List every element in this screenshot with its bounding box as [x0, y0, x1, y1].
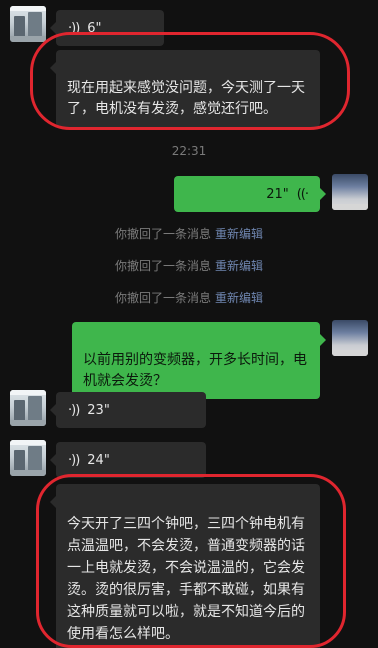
reedit-link[interactable]: 重新编辑	[215, 259, 263, 273]
voice-message[interactable]: ·)) 23"	[50, 392, 206, 428]
voice-duration: 23"	[87, 402, 110, 418]
timestamp: 22:31	[171, 144, 207, 158]
recall-text: 你撤回了一条消息	[114, 291, 211, 305]
contact-avatar[interactable]	[10, 6, 46, 42]
message-text: 以前用别的变频器，开多长时间，电机就会发烫？	[83, 352, 307, 389]
text-message-sent[interactable]: 以前用别的变频器，开多长时间，电机就会发烫？	[72, 322, 326, 399]
message-text: 现在用起来感觉没问题，今天测了一天了，电机没有发烫，感觉还行吧。	[67, 80, 305, 117]
recall-text: 你撤回了一条消息	[114, 227, 211, 241]
chat-screen: ·)) 6" 现在用起来感觉没问题，今天测了一天了，电机没有发烫，感觉还行吧。 …	[0, 0, 378, 648]
voice-duration: 6"	[87, 20, 102, 36]
voice-duration: 24"	[87, 452, 110, 468]
contact-avatar[interactable]	[10, 390, 46, 426]
recall-notice: 你撤回了一条消息 重新编辑	[0, 257, 378, 274]
text-message[interactable]: 现在用起来感觉没问题，今天测了一天了，电机没有发烫，感觉还行吧。	[50, 50, 320, 127]
text-message[interactable]: 今天开了三四个钟吧，三四个钟电机有点温温吧，不会发烫，普通变频器的话一上电就发烫…	[50, 484, 320, 648]
voice-message-sent[interactable]: 21" ((·	[174, 176, 326, 212]
voice-message[interactable]: ·)) 6"	[50, 10, 164, 46]
my-avatar[interactable]	[332, 174, 368, 210]
voice-wave-icon: ·))	[68, 452, 80, 468]
voice-duration: 21"	[266, 186, 289, 202]
recall-notice: 你撤回了一条消息 重新编辑	[0, 289, 378, 306]
voice-wave-icon: ·))	[68, 402, 80, 418]
recall-notice: 你撤回了一条消息 重新编辑	[0, 225, 378, 242]
recall-text: 你撤回了一条消息	[114, 259, 211, 273]
voice-wave-icon: ((·	[296, 186, 309, 202]
reedit-link[interactable]: 重新编辑	[215, 227, 263, 241]
voice-message[interactable]: ·)) 24"	[50, 442, 206, 478]
voice-wave-icon: ·))	[68, 20, 80, 36]
message-text: 今天开了三四个钟吧，三四个钟电机有点温温吧，不会发烫，普通变频器的话一上电就发烫…	[67, 516, 305, 642]
reedit-link[interactable]: 重新编辑	[215, 291, 263, 305]
my-avatar[interactable]	[332, 320, 368, 356]
contact-avatar[interactable]	[10, 440, 46, 476]
